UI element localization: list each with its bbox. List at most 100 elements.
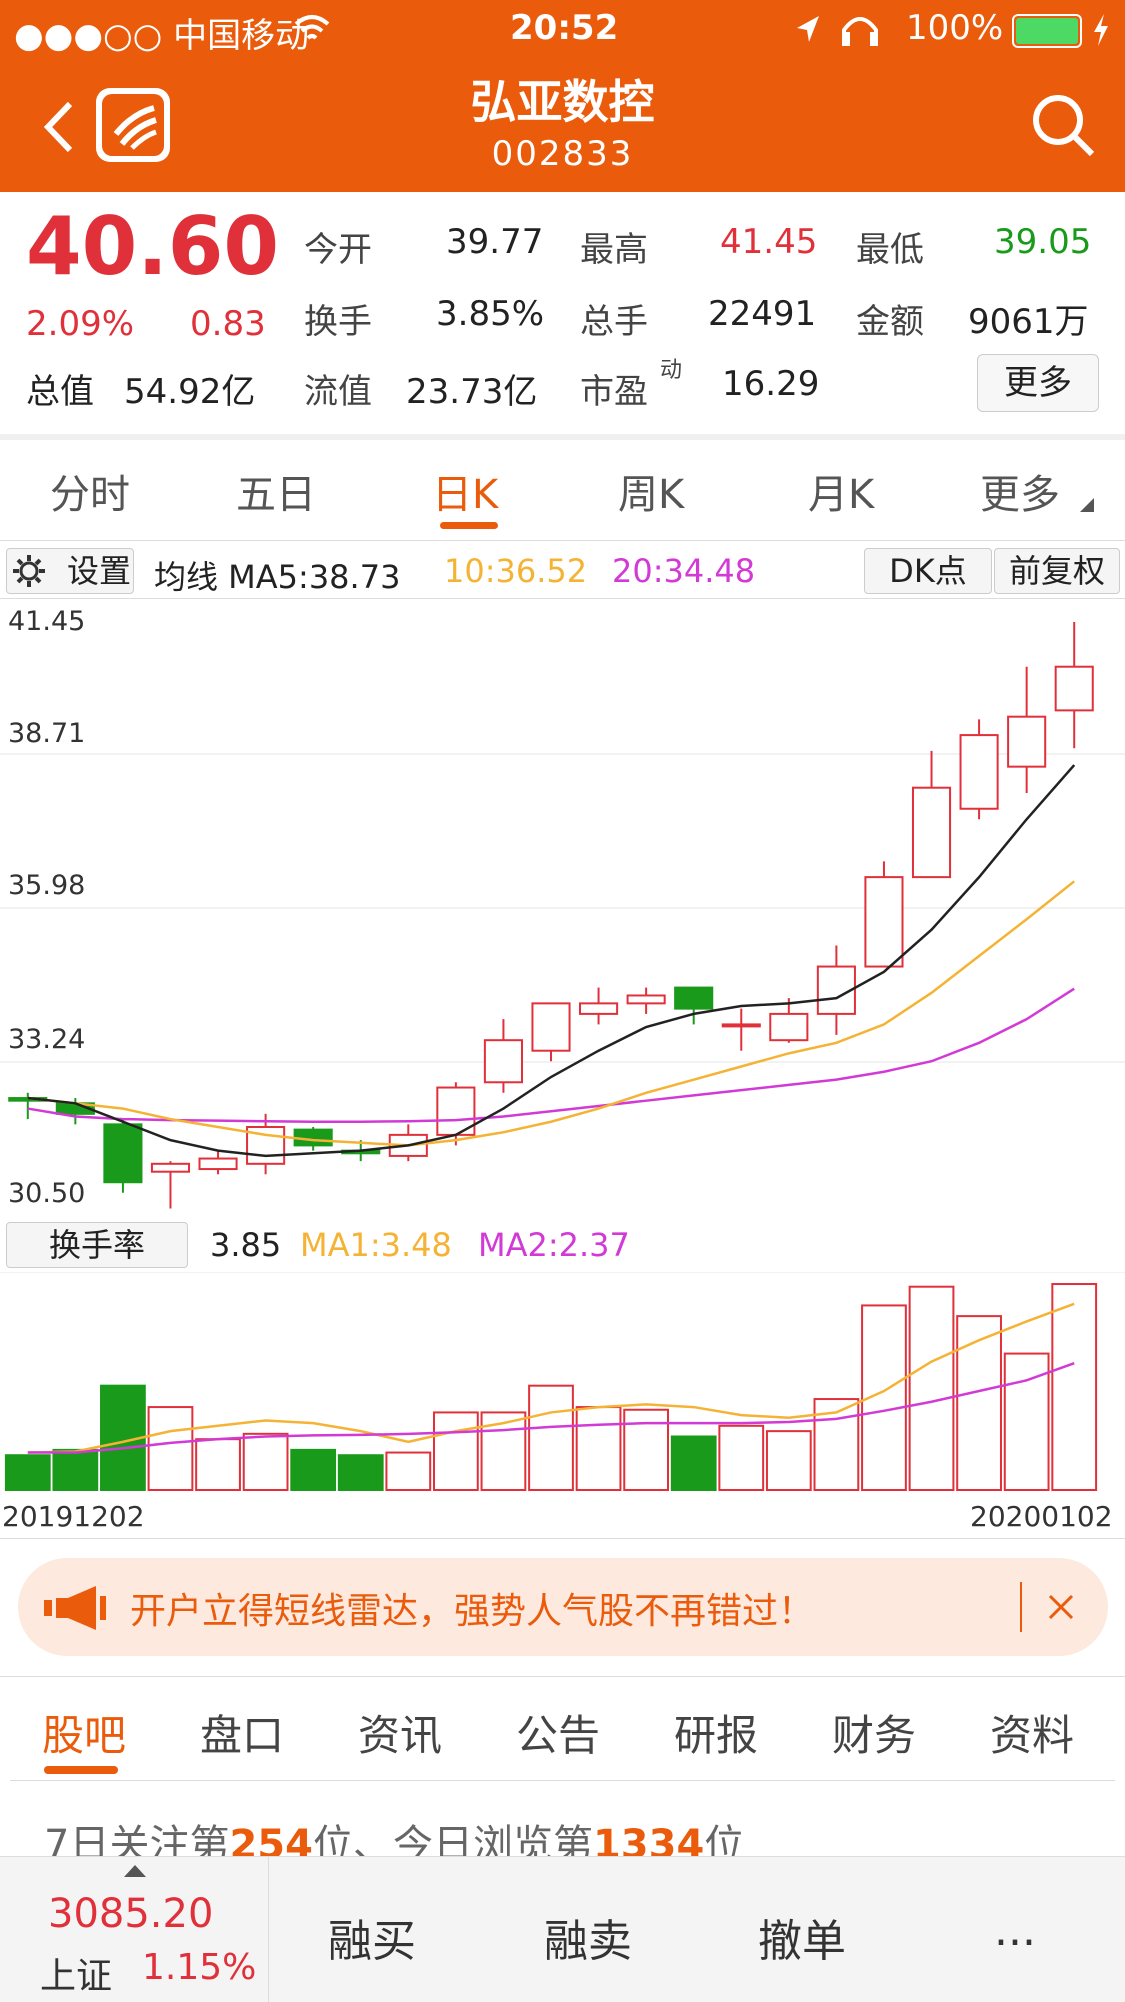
adjust-button[interactable]: 前复权: [994, 548, 1120, 594]
margin-sell-button[interactable]: 融卖: [544, 1905, 632, 1969]
tab-five-day[interactable]: 五日: [236, 462, 316, 520]
end-date-label: 20200102: [970, 1500, 1113, 1533]
location-icon: [797, 16, 819, 42]
settings-label: 设置: [66, 552, 131, 590]
wifi-icon: [294, 15, 330, 40]
kline-header-divider: [0, 598, 1125, 599]
clock-label: 20:52: [510, 8, 619, 48]
turnover-bar: [718, 1424, 765, 1491]
market-cap-value: 54.92亿: [124, 372, 256, 412]
tab-research[interactable]: 研报: [674, 1702, 758, 1763]
kline-chart[interactable]: [0, 600, 1125, 1212]
start-date-label: 20191202: [2, 1500, 145, 1533]
cancel-order-button[interactable]: 撤单: [758, 1905, 846, 1969]
ma10-label: 10:36.52: [444, 552, 588, 590]
turnover-bar: [242, 1432, 289, 1491]
index-value[interactable]: 3085.20: [48, 1891, 213, 1937]
candle-body: [531, 1002, 571, 1052]
turnover-bar: [623, 1408, 670, 1491]
tabs-divider: [0, 540, 1125, 541]
info-tab-indicator: [44, 1766, 118, 1774]
tab-finance[interactable]: 财务: [832, 1702, 916, 1763]
high-value: 41.45: [720, 222, 818, 262]
status-bar: ●●●○○ 中国移动 20:52 100%: [0, 0, 1125, 60]
change-amount: 0.83: [190, 304, 266, 344]
battery-icon: [1012, 14, 1082, 48]
float-cap-value: 23.73亿: [406, 372, 538, 412]
candle-body: [1054, 665, 1094, 712]
tab-news[interactable]: 资讯: [358, 1702, 442, 1763]
turnover-bar: [575, 1406, 622, 1491]
turnover-rate-button[interactable]: 换手率: [6, 1222, 188, 1268]
stock-name: 弘亚数控: [470, 75, 655, 129]
market-cap-label: 总值: [26, 372, 94, 412]
turnover-bar: [432, 1411, 479, 1491]
tab-daily-k[interactable]: 日K: [432, 462, 498, 520]
high-label: 最高: [580, 230, 648, 270]
y-axis-label: 35.98: [8, 870, 86, 901]
tab-active-indicator: [440, 522, 498, 529]
triangle-up-icon: [124, 1865, 146, 1877]
turnover-ma1: MA1:3.48: [300, 1226, 452, 1264]
footer-more-button[interactable]: ...: [994, 1905, 1036, 1956]
stock-code: 002833: [491, 134, 634, 174]
trade-footer: 3085.20 上证 1.15% 融买 融卖 撤单 ...: [0, 1856, 1125, 2002]
tab-forum[interactable]: 股吧: [42, 1702, 126, 1763]
megaphone-icon: [44, 1586, 106, 1630]
tab-monthly-k[interactable]: 月K: [808, 462, 874, 520]
low-value: 39.05: [994, 222, 1092, 262]
turnover-chart[interactable]: [0, 1272, 1125, 1498]
amount-value: 9061万: [968, 302, 1089, 342]
footer-divider: [268, 1857, 269, 2002]
candle-body: [198, 1157, 238, 1171]
candle-body: [579, 1002, 619, 1015]
promo-banner[interactable]: 开户立得短线雷达，强势人气股不再错过！: [18, 1558, 1108, 1656]
turnover-bar: [1051, 1283, 1098, 1492]
app-header: ●●●○○ 中国移动 20:52 100% 弘亚数控 002833: [0, 0, 1125, 192]
turnover-bar: [4, 1454, 51, 1492]
banner-bottom-divider: [0, 1676, 1125, 1677]
dk-point-button[interactable]: DK点: [864, 548, 992, 594]
settings-button[interactable]: 设置: [6, 548, 134, 594]
tab-intraday[interactable]: 分时: [50, 462, 130, 520]
carrier-label: ●●●○○ 中国移动: [14, 16, 310, 56]
float-cap-label: 流值: [304, 372, 372, 412]
pe-value: 16.29: [722, 364, 820, 404]
turnover-bar: [908, 1285, 955, 1492]
turnover-rate-value: 3.85: [210, 1226, 282, 1264]
candle-body: [1007, 715, 1047, 768]
banner-divider: [1020, 1582, 1022, 1632]
tab-more[interactable]: 更多: [980, 462, 1060, 520]
y-axis-label: 41.45: [8, 606, 86, 637]
tab-weekly-k[interactable]: 周K: [618, 462, 684, 520]
turnover-bar: [337, 1454, 384, 1492]
turnover-bar: [147, 1406, 194, 1491]
low-label: 最低: [856, 230, 924, 270]
margin-buy-button[interactable]: 融买: [328, 1905, 416, 1969]
change-percent: 2.09%: [26, 304, 135, 344]
quote-more-button[interactable]: 更多: [977, 354, 1099, 412]
index-name: 上证: [40, 1956, 113, 1997]
open-label: 今开: [304, 230, 372, 270]
ma5-label: 均线 MA5:38.73: [154, 558, 401, 596]
close-icon[interactable]: [1046, 1592, 1076, 1622]
turnover-bar: [290, 1448, 337, 1491]
turnover-bar: [956, 1315, 1002, 1491]
candle-body: [864, 876, 904, 968]
chart-bottom-divider: [0, 1538, 1125, 1539]
tab-announcements[interactable]: 公告: [516, 1702, 600, 1763]
turnover-bar: [195, 1438, 241, 1492]
gear-icon: [13, 555, 45, 587]
candle-body: [959, 734, 999, 810]
turnover-bar: [528, 1384, 574, 1491]
tab-profile[interactable]: 资料: [990, 1702, 1074, 1763]
headphones-icon: [842, 17, 878, 46]
search-icon[interactable]: [1030, 92, 1096, 158]
amount-label: 金额: [856, 302, 924, 342]
tab-order-book[interactable]: 盘口: [200, 1702, 284, 1763]
pe-label: 市盈: [580, 372, 648, 412]
promo-text: 开户立得短线雷达，强势人气股不再错过！: [130, 1591, 815, 1632]
turnover-value: 3.85%: [436, 294, 545, 334]
turnover-bar: [670, 1435, 717, 1491]
turnover-bar: [765, 1430, 812, 1491]
